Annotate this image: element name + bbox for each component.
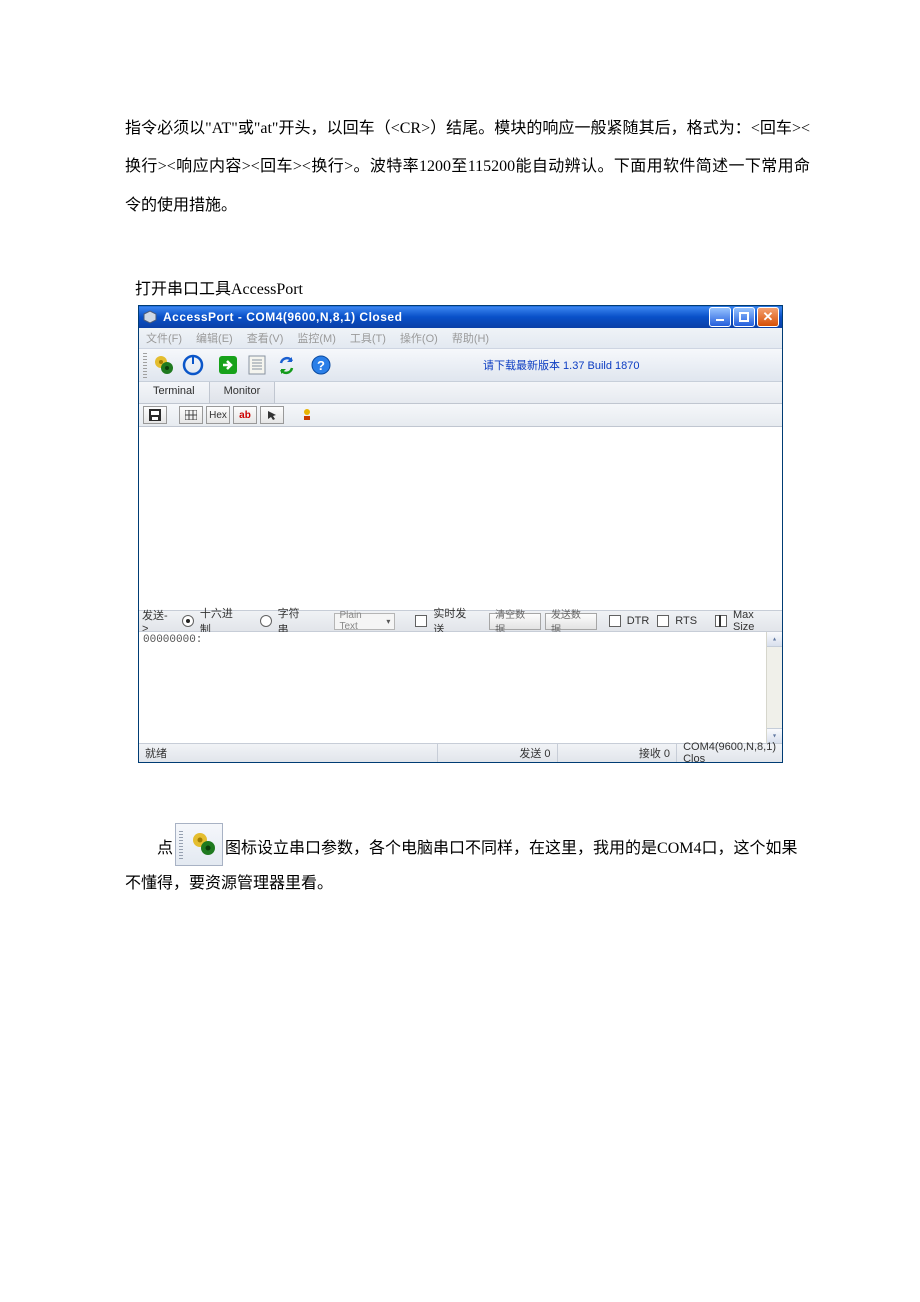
status-port: COM4(9600,N,8,1) Clos <box>677 744 782 762</box>
app-icon <box>143 310 157 324</box>
scrollbar-vertical[interactable]: ▴ ▾ <box>766 632 782 743</box>
list-icon[interactable] <box>244 352 270 378</box>
refresh-icon[interactable] <box>273 352 299 378</box>
radio-hex[interactable] <box>182 615 194 627</box>
menu-view[interactable]: 查看(V) <box>240 330 291 346</box>
cursor-icon[interactable] <box>260 406 284 424</box>
bottom-text-post: 图标设立串口参数，各个电脑串口不同样，在这里，我用的是COM4口，这个如果不懂得… <box>125 840 797 892</box>
power-icon[interactable] <box>180 352 206 378</box>
help-icon[interactable]: ? <box>308 352 334 378</box>
maximize-button[interactable] <box>733 307 755 327</box>
doc-paragraph-2: 打开串口工具AccessPort <box>135 275 920 299</box>
maxsize-label: Max Size <box>733 609 778 633</box>
toolbar-grip <box>143 352 147 378</box>
status-rx: 接收 0 <box>558 744 678 762</box>
menu-help[interactable]: 帮助(H) <box>445 330 496 346</box>
menu-operate[interactable]: 操作(O) <box>393 330 445 346</box>
encoding-dropdown[interactable]: Plain Text▾ <box>334 613 395 630</box>
accessport-window: AccessPort - COM4(9600,N,8,1) Closed ✕ 文… <box>138 305 783 763</box>
menu-edit[interactable]: 编辑(E) <box>189 330 240 346</box>
menu-tools[interactable]: 工具(T) <box>343 330 393 346</box>
window-title: AccessPort - COM4(9600,N,8,1) Closed <box>163 310 709 324</box>
inline-gear-icon <box>175 823 223 866</box>
settings-gear-icon[interactable] <box>151 352 177 378</box>
realtime-checkbox[interactable] <box>415 615 427 627</box>
update-link[interactable]: 请下载最新版本 1.37 Build 1870 <box>483 357 640 373</box>
convert-icon[interactable] <box>296 407 318 423</box>
terminal-output[interactable] <box>139 427 782 610</box>
scroll-up-icon[interactable]: ▴ <box>767 632 782 647</box>
status-tx: 发送 0 <box>438 744 558 762</box>
titlebar[interactable]: AccessPort - COM4(9600,N,8,1) Closed ✕ <box>139 306 782 328</box>
statusbar: 就绪 发送 0 接收 0 COM4(9600,N,8,1) Clos <box>139 743 782 762</box>
sub-toolbar: Hex ab <box>139 404 782 427</box>
menu-file[interactable]: 文件(F) <box>139 330 189 346</box>
send-label: 发送-> <box>142 607 174 635</box>
toolbar: ? 请下载最新版本 1.37 Build 1870 <box>139 349 782 382</box>
send-toolbar: 发送-> 十六进制 字符串 Plain Text▾ 实时发送 清空数据 发送数据… <box>139 610 782 632</box>
tab-terminal[interactable]: Terminal <box>139 382 210 403</box>
tab-strip: Terminal Monitor <box>139 382 782 404</box>
rts-checkbox[interactable] <box>657 615 669 627</box>
send-data-button[interactable]: 发送数据 <box>545 613 597 630</box>
hex-offset: 00000000: <box>143 634 202 646</box>
minimize-button[interactable] <box>709 307 731 327</box>
arrow-send-icon[interactable] <box>215 352 241 378</box>
rts-label: RTS <box>675 615 697 627</box>
grid-icon[interactable] <box>179 406 203 424</box>
send-input-area[interactable]: 00000000: ▴ ▾ <box>139 632 782 743</box>
doc-paragraph-1: 指令必须以"AT"或"at"开头，以回车（<CR>）结尾。模块的响应一般紧随其后… <box>125 110 810 225</box>
radio-string[interactable] <box>260 615 272 627</box>
menubar: 文件(F) 编辑(E) 查看(V) 监控(M) 工具(T) 操作(O) 帮助(H… <box>139 328 782 349</box>
dtr-label: DTR <box>627 615 650 627</box>
maxsize-checkbox[interactable] <box>715 615 727 627</box>
bottom-text-pre: 点 <box>157 840 173 857</box>
clear-data-button[interactable]: 清空数据 <box>489 613 541 630</box>
svg-text:?: ? <box>317 358 325 373</box>
dtr-checkbox[interactable] <box>609 615 621 627</box>
menu-monitor[interactable]: 监控(M) <box>290 330 343 346</box>
tab-monitor[interactable]: Monitor <box>210 382 276 403</box>
close-button[interactable]: ✕ <box>757 307 779 327</box>
doc-paragraph-3: 点 图标设立串口参数，各个电脑串口不同样，在这里，我用的是COM4口，这个如果不… <box>125 823 810 901</box>
status-ready: 就绪 <box>139 744 438 762</box>
save-icon[interactable] <box>143 406 167 424</box>
hex-mode-button[interactable]: Hex <box>206 406 230 424</box>
ab-mode-button[interactable]: ab <box>233 406 257 424</box>
